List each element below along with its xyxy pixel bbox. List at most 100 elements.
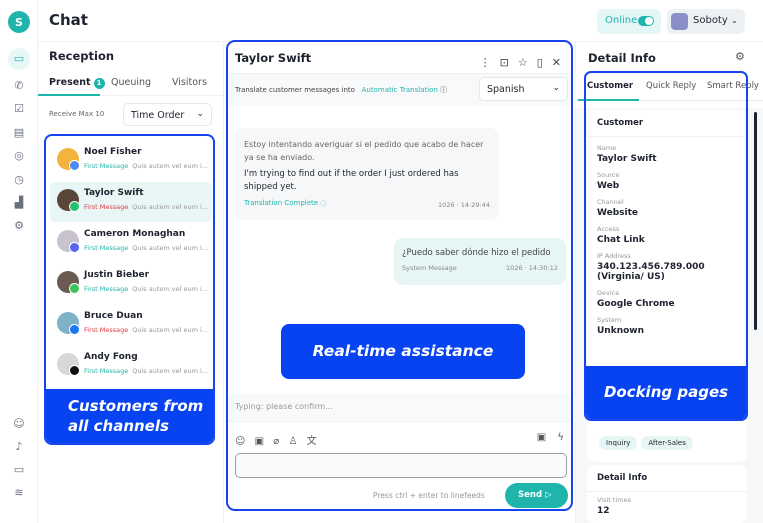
wifi-icon[interactable]: ≋ bbox=[11, 485, 27, 501]
translate-label: Translate customer messages into bbox=[235, 86, 355, 94]
bar-chart-icon[interactable]: ▟ bbox=[11, 195, 27, 211]
user-name: Soboty bbox=[693, 15, 728, 26]
tab-present[interactable]: Present 1 bbox=[49, 77, 105, 89]
tab-visitors[interactable]: Visitors bbox=[172, 77, 207, 88]
user-circle-icon[interactable]: ◎ bbox=[11, 148, 27, 164]
language-select[interactable]: Spanish ⌄ bbox=[479, 77, 568, 101]
more-icon[interactable]: ⋮ bbox=[480, 56, 491, 69]
field-label: Access bbox=[597, 225, 620, 233]
message-preview: First Message Quis autem vel eum i... bbox=[84, 285, 209, 293]
field-source: Source Web bbox=[597, 171, 735, 191]
robot-icon[interactable]: ▣ bbox=[537, 432, 546, 443]
typing-indicator: Typing: please confirm... bbox=[228, 394, 571, 422]
online-toggle[interactable]: Online bbox=[597, 9, 661, 34]
image-icon[interactable]: ▣ bbox=[255, 436, 264, 447]
message-input[interactable] bbox=[235, 453, 567, 478]
apple-icon bbox=[69, 365, 80, 376]
chevron-down-icon: ⌄ bbox=[730, 16, 738, 25]
field-channel: Channel Website bbox=[597, 198, 735, 218]
customer-list-item[interactable]: Bruce Duan First Message Quis autem vel eu… bbox=[50, 305, 212, 345]
lightning-icon[interactable]: ϟ bbox=[557, 432, 564, 443]
message-meta: System Message 1026 · 14:30:12 bbox=[402, 264, 558, 272]
status-label: Online bbox=[605, 15, 638, 26]
star-icon[interactable]: ☆ bbox=[518, 56, 528, 69]
field-label: Visit times bbox=[597, 496, 631, 504]
field-name: Name Taylor Swift bbox=[597, 144, 735, 164]
callout-text: Docking pages bbox=[586, 366, 746, 419]
tab-queuing[interactable]: Queuing bbox=[111, 77, 151, 88]
field-value: Unknown bbox=[597, 326, 645, 336]
tab-indicator bbox=[38, 94, 100, 96]
whatsapp-icon bbox=[69, 201, 80, 212]
lock-icon[interactable]: ⊡ bbox=[500, 56, 509, 69]
message-bubble-system: ¿Puedo saber dónde hizo el pedido System… bbox=[394, 238, 566, 285]
translated-text: I'm trying to find out if the order I ju… bbox=[244, 169, 459, 192]
customer-list-callout: Noel Fisher First Message Quis autem vel e… bbox=[44, 134, 215, 445]
check-circle-icon: ◌ bbox=[320, 199, 327, 207]
message-preview: First Message Quis autem vel eum i... bbox=[84, 326, 209, 334]
reception-title: Reception bbox=[49, 49, 115, 63]
sort-value: Time Order bbox=[131, 110, 185, 121]
field-ip-address: IP Address 340.123.456.789.000 (Virginia/… bbox=[597, 252, 735, 282]
customer-name: Andy Fong bbox=[84, 352, 138, 362]
scrollbar[interactable] bbox=[754, 112, 757, 330]
field-value: Google Chrome bbox=[597, 299, 675, 309]
phone-icon[interactable]: ✆ bbox=[11, 78, 27, 94]
chat-panel: Taylor Swift ⋮ ⊡ ☆ ▯ ✕ Translate customer me… bbox=[226, 40, 573, 511]
chevron-down-icon: ⌄ bbox=[552, 83, 560, 93]
folder-icon[interactable]: ▭ bbox=[11, 462, 27, 478]
thumbs-up-icon[interactable]: ♙ bbox=[288, 436, 297, 447]
monitor-icon[interactable]: ▭ bbox=[8, 48, 30, 70]
emoji-icon[interactable]: ☺ bbox=[235, 436, 245, 447]
docking-callout: Customer Name Taylor Swift Source Web Channe… bbox=[584, 71, 748, 421]
tab-label: Present bbox=[49, 77, 91, 88]
message-text: ¿Puedo saber dónde hizo el pedido bbox=[402, 248, 551, 258]
checkbox-icon[interactable]: ☑ bbox=[11, 101, 27, 117]
export-icon[interactable]: ▯ bbox=[537, 56, 543, 69]
linefeed-hint: Press ctrl + enter to linefeeds bbox=[373, 491, 485, 500]
message-bubble-customer: Estoy intentando averiguar si el pedido … bbox=[234, 128, 499, 220]
callout-text: Customers from all channels bbox=[46, 389, 213, 443]
customer-name: Justin Bieber bbox=[84, 270, 150, 280]
translate-icon[interactable]: 文 bbox=[307, 436, 317, 447]
avatar bbox=[671, 13, 688, 30]
send-button[interactable]: Send ▷ bbox=[505, 483, 568, 508]
message-meta: 1026 · 14:29:44 bbox=[438, 201, 490, 209]
field-label: Source bbox=[597, 171, 620, 179]
info-icon: ⓘ bbox=[440, 86, 448, 94]
customer-list-item[interactable]: Noel Fisher First Message Quis autem vel e… bbox=[50, 141, 212, 181]
user-menu[interactable]: Soboty ⌄ bbox=[667, 9, 745, 34]
card-title: Customer bbox=[587, 118, 745, 137]
send-icon: ▷ bbox=[545, 490, 552, 500]
clock-icon[interactable]: ◷ bbox=[11, 172, 27, 188]
user-add-icon[interactable]: ☺ bbox=[11, 416, 27, 432]
clipboard-icon[interactable]: ▤ bbox=[11, 125, 27, 141]
message-preview: First Message Quis autem vel eum i... bbox=[84, 203, 209, 211]
field-value: Chat Link bbox=[597, 235, 645, 245]
customer-list-item[interactable]: Cameron Monaghan First Message Quis autem … bbox=[50, 223, 212, 263]
attachment-icon[interactable]: ⌀ bbox=[273, 436, 279, 447]
customer-list-item[interactable]: Andy Fong First Message Quis autem vel eum… bbox=[50, 346, 212, 386]
sort-select[interactable]: Time Order ⌄ bbox=[123, 103, 212, 126]
receive-max-label: Receive Max 10 bbox=[49, 110, 105, 118]
settings-icon[interactable]: ⚙ bbox=[11, 218, 27, 234]
line-icon bbox=[69, 283, 80, 294]
tag: After-Sales bbox=[641, 436, 693, 450]
settings-icon[interactable]: ⚙ bbox=[735, 50, 745, 63]
count-badge: 1 bbox=[93, 78, 105, 89]
original-text: Estoy intentando averiguar si el pedido … bbox=[244, 140, 484, 162]
customer-list-item[interactable]: Justin Bieber First Message Quis autem vel… bbox=[50, 264, 212, 304]
field-label: IP Address bbox=[597, 252, 631, 260]
auto-translation-link[interactable]: Automatic Translation bbox=[362, 86, 438, 94]
tag: Inquiry bbox=[599, 436, 638, 450]
customer-name: Bruce Duan bbox=[84, 311, 143, 321]
customer-list-item[interactable]: Taylor Swift First Message Quis autem vel … bbox=[50, 182, 212, 222]
facebook-icon bbox=[69, 324, 80, 335]
composer-toolbar: ☺ ▣ ⌀ ♙ 文 bbox=[235, 432, 317, 447]
field-value: 340.123.456.789.000 (Virginia/ US) bbox=[597, 262, 705, 282]
close-icon[interactable]: ✕ bbox=[552, 56, 561, 69]
toggle-switch[interactable] bbox=[638, 16, 654, 26]
bell-icon[interactable]: ♪ bbox=[11, 439, 27, 455]
website-icon bbox=[69, 160, 80, 171]
translate-row: Translate customer messages into Automat… bbox=[235, 85, 447, 95]
